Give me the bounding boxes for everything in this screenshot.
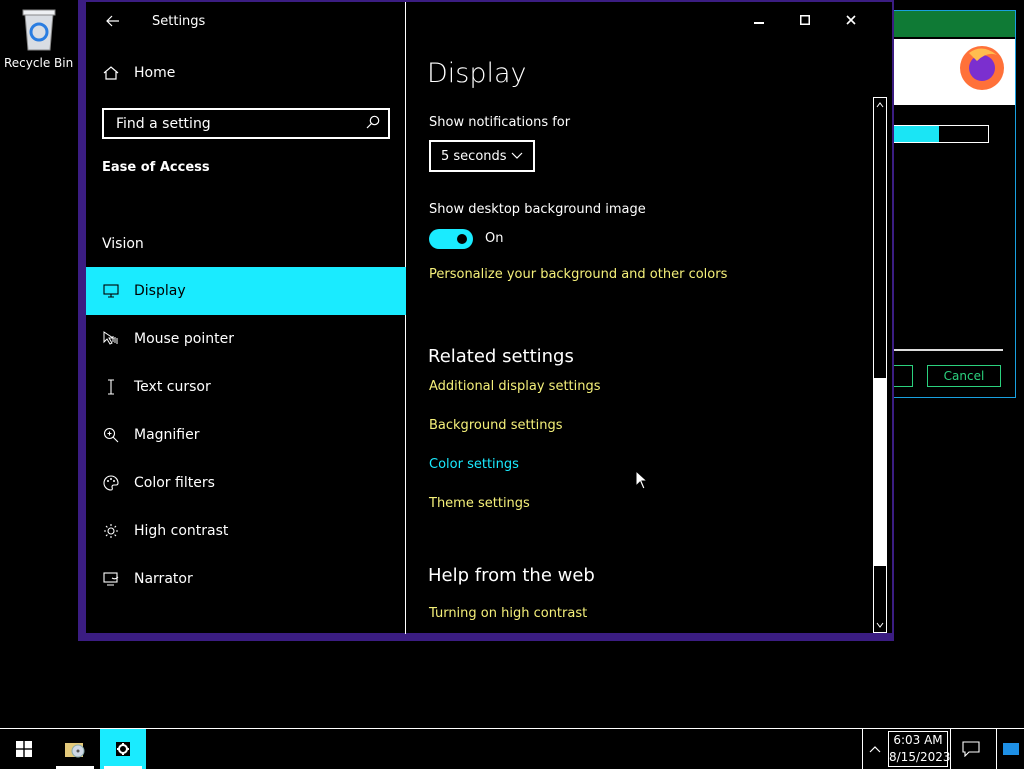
sun-icon (102, 522, 120, 540)
desktop-preview-icon (1002, 743, 1019, 755)
sidebar-item-label: Magnifier (134, 427, 200, 443)
background-dialog-titlebar (893, 11, 1015, 37)
sidebar-item-magnifier[interactable]: Magnifier (86, 411, 406, 459)
magnifier-icon (102, 426, 120, 444)
color-settings-link[interactable]: Color settings (429, 457, 519, 472)
high-contrast-help-link[interactable]: Turning on high contrast (429, 606, 587, 621)
scroll-up-icon[interactable] (874, 98, 886, 112)
taskbar: 6:03 AM 8/15/2023 (0, 728, 1024, 769)
notifications-label: Show notifications for (429, 115, 571, 130)
sidebar-item-label: Color filters (134, 475, 215, 491)
sidebar-item-mouse-pointer[interactable]: Mouse pointer (86, 315, 406, 363)
group-title-vision: Vision (102, 236, 144, 252)
additional-display-settings-link[interactable]: Additional display settings (429, 379, 601, 394)
background-dialog-divider (893, 349, 1003, 351)
personalize-link[interactable]: Personalize your background and other co… (429, 267, 727, 282)
content-scrollbar[interactable] (873, 97, 887, 633)
recycle-bin-icon (19, 6, 59, 52)
theme-settings-link[interactable]: Theme settings (429, 496, 530, 511)
background-image-toggle-state: On (485, 231, 504, 246)
scrollbar-thumb[interactable] (874, 378, 886, 566)
text-cursor-icon (102, 378, 120, 396)
sidebar-item-label: Narrator (134, 571, 193, 587)
settings-window: Settings Home Ease of Access Vision Disp… (78, 0, 894, 641)
background-dialog-cancel-button[interactable]: Cancel (927, 365, 1001, 387)
back-arrow-icon (106, 15, 119, 27)
chevron-up-icon (869, 746, 880, 753)
window-title: Settings (152, 13, 206, 29)
action-center-button[interactable] (950, 729, 990, 769)
sidebar-item-label: Display (134, 283, 186, 299)
titlebar: Settings (100, 10, 205, 32)
clock-date: 8/15/2023 (889, 750, 951, 764)
sidebar-item-label: Mouse pointer (134, 331, 234, 347)
start-button[interactable] (0, 729, 48, 769)
notification-icon (961, 741, 980, 757)
background-dialog: Cancel (892, 10, 1016, 398)
settings-sidebar: Settings Home Ease of Access Vision Disp… (86, 2, 406, 634)
recycle-bin-label: Recycle Bin (4, 56, 74, 70)
narrator-icon (102, 570, 120, 588)
close-icon (846, 15, 856, 25)
help-heading: Help from the web (428, 565, 595, 586)
sidebar-item-color-filters[interactable]: Color filters (86, 459, 406, 507)
chevron-down-icon (511, 149, 523, 164)
nav-list: Display Mouse pointer Text cursor Magnif… (86, 267, 406, 603)
background-image-label: Show desktop background image (429, 202, 646, 217)
monitor-icon (102, 282, 120, 300)
section-title: Ease of Access (102, 160, 210, 175)
close-button[interactable] (828, 8, 874, 32)
minimize-icon (754, 22, 764, 24)
firefox-icon (960, 46, 1004, 90)
sidebar-item-label: High contrast (134, 523, 229, 539)
background-image-toggle[interactable] (429, 229, 473, 249)
maximize-button[interactable] (782, 8, 828, 32)
palette-icon (102, 474, 120, 492)
nav-home-label: Home (134, 65, 176, 81)
search-box[interactable] (102, 108, 390, 139)
show-desktop-button[interactable] (996, 729, 1024, 769)
background-dialog-ok-button[interactable] (893, 365, 913, 387)
minimize-button[interactable] (736, 8, 782, 32)
clock-time: 6:03 AM (893, 733, 943, 747)
scroll-down-icon[interactable] (874, 618, 886, 632)
taskbar-explorer-app[interactable] (52, 729, 98, 769)
background-dialog-content (893, 39, 1015, 105)
background-settings-link[interactable]: Background settings (429, 418, 563, 433)
home-icon (102, 64, 120, 82)
nav-home[interactable]: Home (102, 64, 175, 82)
sidebar-item-narrator[interactable]: Narrator (86, 555, 406, 603)
sidebar-item-text-cursor[interactable]: Text cursor (86, 363, 406, 411)
page-title: Display (427, 58, 527, 89)
mouse-cursor-icon (635, 469, 649, 494)
gear-icon (116, 742, 130, 756)
related-settings-heading: Related settings (428, 346, 574, 367)
taskbar-clock[interactable]: 6:03 AM 8/15/2023 (888, 731, 951, 767)
taskbar-settings-app[interactable] (100, 729, 146, 769)
settings-content: Display Show notifications for 5 seconds… (407, 2, 872, 634)
sidebar-item-high-contrast[interactable]: High contrast (86, 507, 406, 555)
background-progress-bar (893, 125, 989, 143)
disc-folder-icon (65, 743, 85, 758)
sidebar-item-display[interactable]: Display (86, 267, 406, 315)
notifications-duration-value: 5 seconds (441, 148, 507, 164)
recycle-bin-desktop-icon[interactable]: Recycle Bin (4, 6, 74, 70)
windows-logo-icon (16, 741, 32, 757)
maximize-icon (800, 15, 810, 25)
mouse-pointer-icon (102, 330, 120, 348)
notifications-duration-dropdown[interactable]: 5 seconds (429, 140, 535, 172)
show-hidden-icons-button[interactable] (862, 729, 886, 769)
back-button[interactable] (100, 10, 126, 32)
window-controls (736, 8, 874, 32)
search-input[interactable] (114, 114, 366, 133)
search-icon[interactable] (366, 114, 380, 133)
sidebar-item-label: Text cursor (134, 379, 211, 395)
